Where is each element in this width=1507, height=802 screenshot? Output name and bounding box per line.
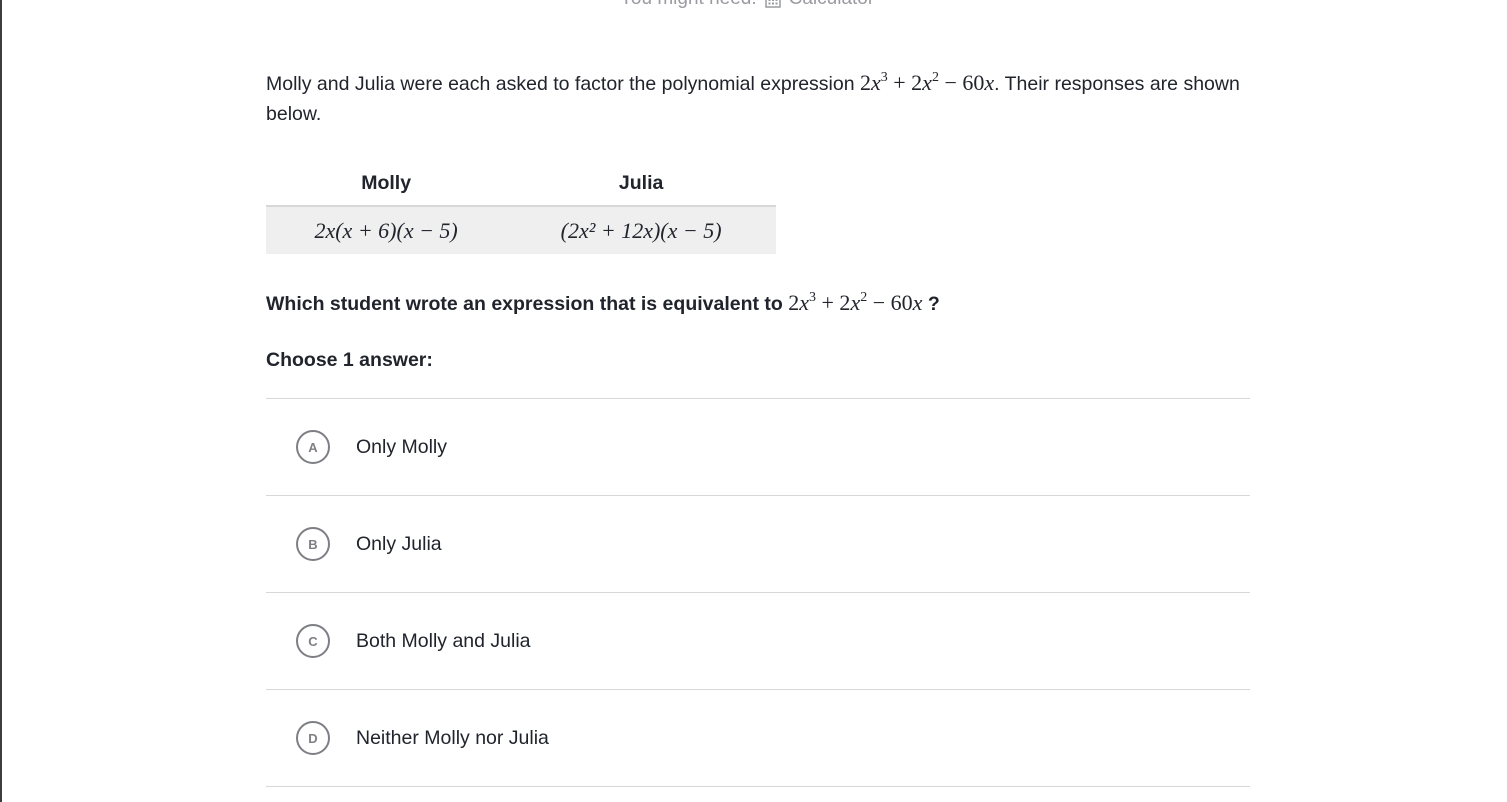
choose-label: Choose 1 answer: [266,349,433,371]
left-border [0,0,2,802]
answer-choices: A Only Molly B Only Julia C Both Molly a… [266,398,1250,787]
question: Which student wrote an expression that i… [266,288,1250,319]
julia-response: (2x² + 12x)(x − 5) [506,206,776,254]
question-expression: 2x3 + 2x2 − 60x [788,290,923,315]
molly-response: 2x(x + 6)(x − 5) [266,206,507,254]
calculator-link[interactable]: Calculator [789,0,875,10]
choice-b-label: Only Julia [356,532,442,555]
choice-c[interactable]: C Both Molly and Julia [266,593,1250,690]
problem-content: Molly and Julia were each asked to facto… [266,68,1250,787]
choice-a-radio[interactable]: A [296,430,330,464]
choice-d-radio[interactable]: D [296,721,330,755]
responses-table: Molly Julia 2x(x + 6)(x − 5) (2x² + 12x)… [266,169,776,254]
choice-a-label: Only Molly [356,435,448,458]
choice-b[interactable]: B Only Julia [266,496,1250,593]
choice-c-radio[interactable]: C [296,624,330,658]
table-row: 2x(x + 6)(x − 5) (2x² + 12x)(x − 5) [266,206,776,254]
prompt-text-before: Molly and Julia were each asked to facto… [266,73,855,95]
question-text-before: Which student wrote an expression that i… [266,293,783,315]
tools-hint: You might need: Calculator [620,0,874,10]
problem-prompt: Molly and Julia were each asked to facto… [266,68,1250,129]
choice-d[interactable]: D Neither Molly nor Julia [266,690,1250,787]
question-mark: ? [927,293,940,315]
choice-b-radio[interactable]: B [296,527,330,561]
tools-prefix: You might need: [620,0,757,10]
header-julia: Julia [506,169,776,207]
choice-a[interactable]: A Only Molly [266,399,1250,496]
calculator-icon[interactable] [764,0,781,8]
header-molly: Molly [266,169,507,207]
choice-c-label: Both Molly and Julia [356,629,531,652]
polynomial-expression: 2x3 + 2x2 − 60x [859,70,995,95]
choice-d-label: Neither Molly nor Julia [356,726,549,749]
